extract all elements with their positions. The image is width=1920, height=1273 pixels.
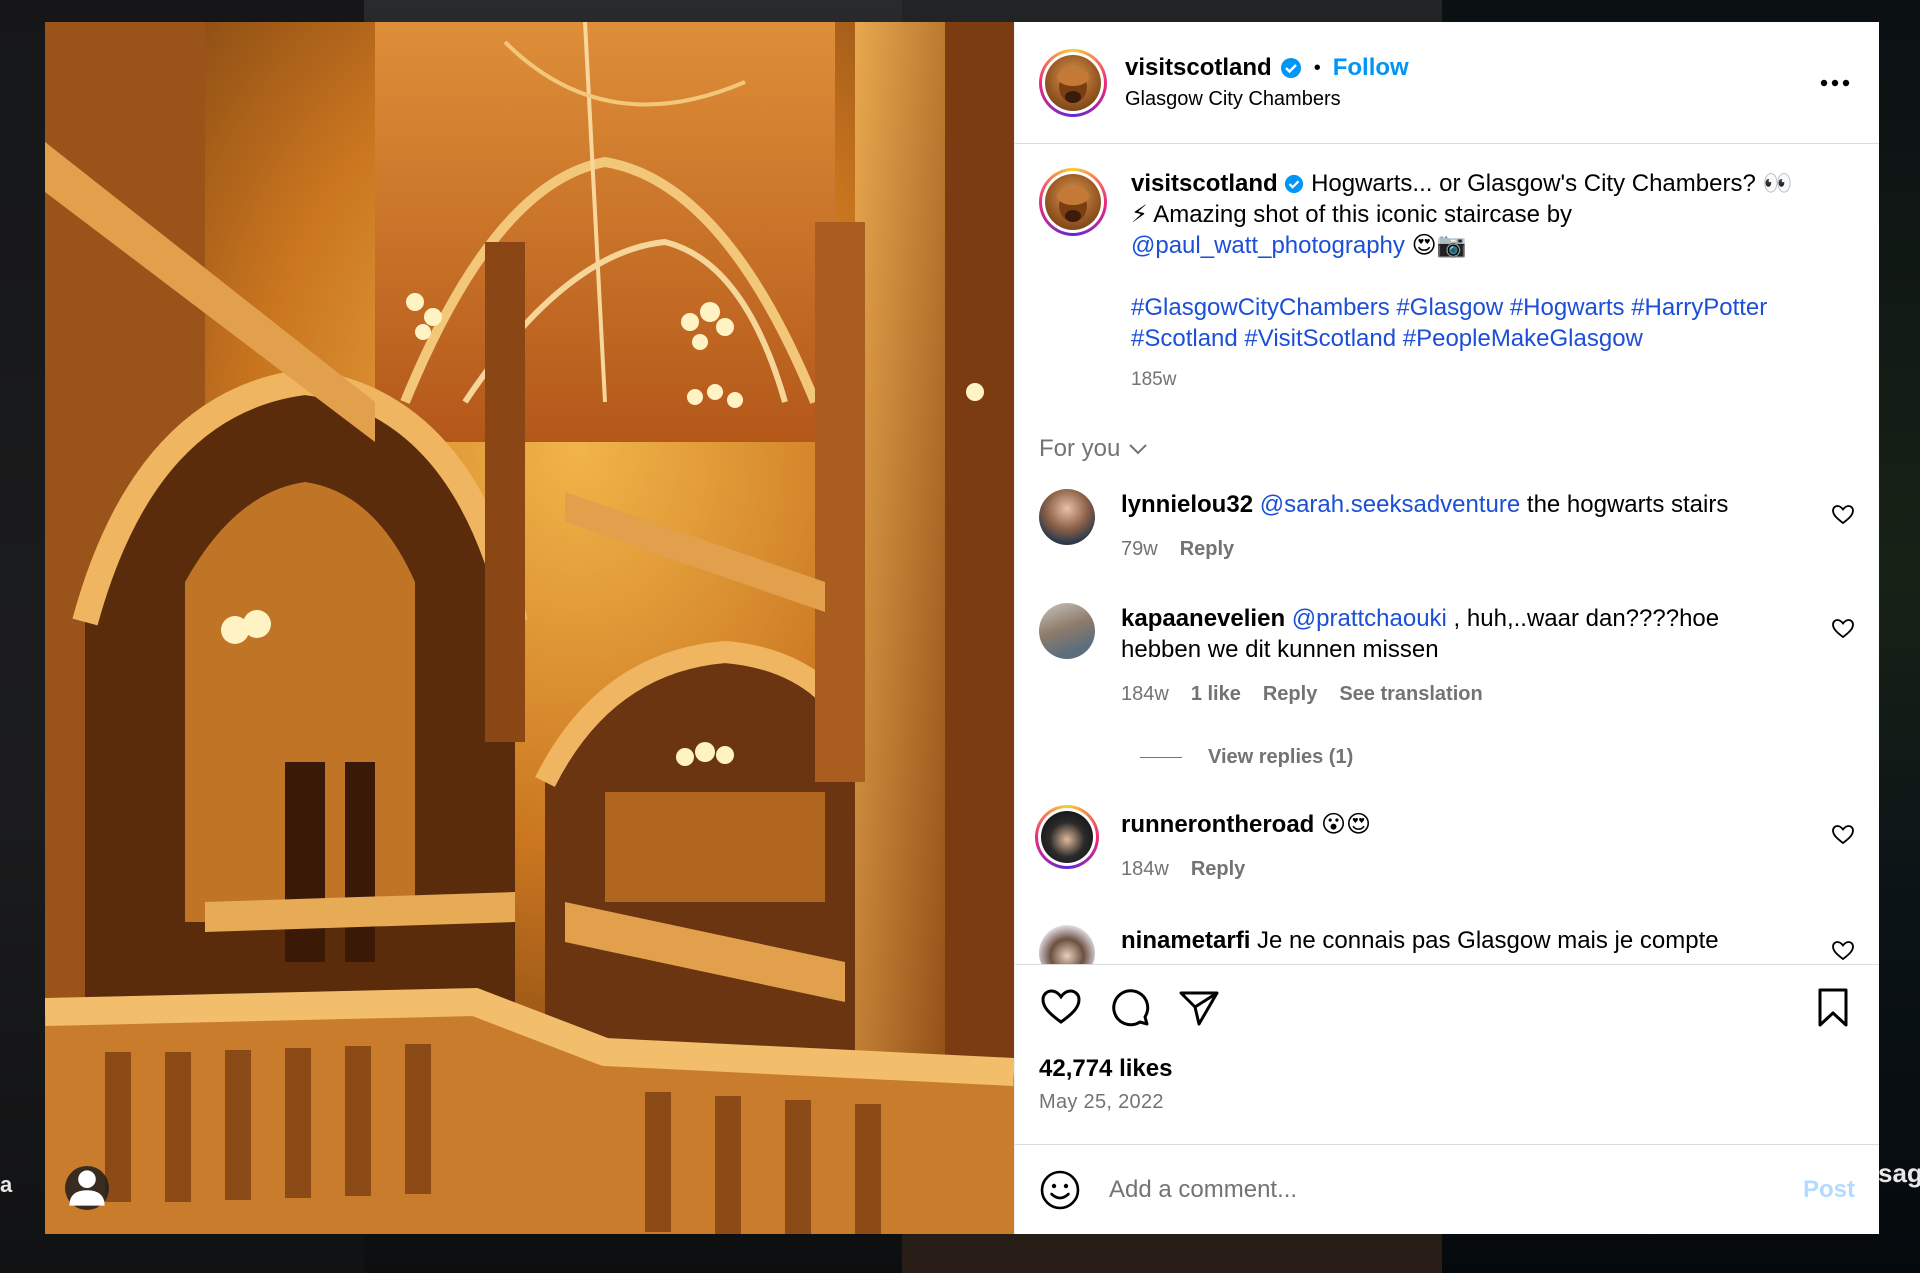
see-translation-button[interactable]: See translation: [1339, 679, 1482, 710]
user-icon: [69, 1170, 105, 1206]
commenter-avatar[interactable]: [1039, 925, 1095, 964]
caption-timestamp[interactable]: 185w: [1131, 364, 1821, 395]
comment-text: Je ne connais pas Glasgow mais je compte: [1250, 927, 1719, 954]
staircase-illustration: [45, 22, 1014, 1234]
post-modal: visitscotland • Follow Glasgow City Cham…: [45, 22, 1879, 1234]
caption-username[interactable]: visitscotland: [1131, 170, 1278, 197]
commenter-avatar[interactable]: [1039, 603, 1095, 659]
comment-text: 😮😍: [1314, 811, 1372, 838]
bg-partial-text-left: a: [0, 1172, 13, 1197]
post-header: visitscotland • Follow Glasgow City Cham…: [1015, 22, 1879, 144]
highland-cow-avatar-image: [1045, 54, 1101, 111]
comment-likes-count[interactable]: 1 like: [1191, 679, 1241, 710]
author-username[interactable]: visitscotland: [1125, 54, 1272, 82]
comment-username[interactable]: runnerontheroad: [1121, 811, 1314, 838]
author-avatar[interactable]: [1039, 48, 1107, 117]
commenter-avatar-image: [1041, 811, 1093, 863]
follow-button[interactable]: Follow: [1333, 54, 1409, 82]
caption-text-1: Hogwarts... or Glasgow's City Chambers? …: [1311, 170, 1793, 197]
comment-time[interactable]: 184w: [1121, 854, 1169, 885]
bg-partial-text-right: sage: [1878, 1158, 1920, 1188]
comment-time[interactable]: 79w: [1121, 534, 1158, 565]
likes-count[interactable]: 42,774 likes: [1039, 1055, 1855, 1083]
comment-item: ninametarfi Je ne connais pas Glasgow ma…: [1039, 925, 1855, 964]
caption-hashtags: #GlasgowCityChambers #Glasgow #Hogwarts …: [1131, 292, 1821, 354]
emoji-smiley-icon[interactable]: [1039, 1169, 1081, 1211]
reply-button[interactable]: Reply: [1191, 854, 1245, 885]
highland-cow-avatar-image: [1045, 174, 1101, 230]
reply-button[interactable]: Reply: [1263, 679, 1317, 710]
verified-badge-icon: [1280, 58, 1301, 78]
comment-username[interactable]: ninametarfi: [1121, 927, 1250, 954]
comment-mention-link[interactable]: @sarah.seeksadventure: [1260, 491, 1521, 518]
like-comment-heart-icon[interactable]: [1831, 939, 1855, 963]
separator-dot: •: [1313, 56, 1321, 79]
hashtags-line-1[interactable]: #GlasgowCityChambers #Glasgow #Hogwarts …: [1131, 292, 1821, 323]
comment-item: kapaanevelien @prattchaouki , huh,..waar…: [1039, 603, 1855, 710]
comment-username[interactable]: lynnielou32: [1121, 491, 1253, 518]
hashtags-line-2[interactable]: #Scotland #VisitScotland #PeopleMakeGlas…: [1131, 323, 1821, 354]
comment-item: runnerontheroad 😮😍 184w Reply: [1035, 805, 1855, 885]
comment-time[interactable]: 184w: [1121, 679, 1169, 710]
tagged-users-button[interactable]: [65, 1166, 109, 1210]
comment-mention-link[interactable]: @prattchaouki: [1292, 605, 1447, 632]
view-replies-label: View replies (1): [1208, 746, 1354, 768]
comment-sort-dropdown[interactable]: For you: [1039, 435, 1855, 463]
post-location[interactable]: Glasgow City Chambers: [1125, 88, 1815, 111]
sort-label: For you: [1039, 435, 1121, 462]
comments-scroll-area[interactable]: visitscotland Hogwarts... or Glasgow's C…: [1015, 144, 1879, 964]
chevron-down-icon: [1129, 444, 1148, 455]
bookmark-save-icon[interactable]: [1811, 985, 1855, 1029]
post-date[interactable]: May 25, 2022: [1039, 1091, 1855, 1114]
add-comment-bar: Post: [1015, 1144, 1879, 1234]
post-actions-bar: 42,774 likes May 25, 2022: [1015, 964, 1879, 1144]
caption-emoji: 😍📷: [1411, 232, 1467, 259]
view-replies-line: [1140, 757, 1182, 758]
comment-username[interactable]: kapaanevelien: [1121, 605, 1285, 632]
caption-author-avatar[interactable]: [1039, 168, 1107, 236]
post-comment-button[interactable]: Post: [1803, 1176, 1855, 1204]
like-comment-heart-icon[interactable]: [1831, 503, 1855, 527]
post-photo[interactable]: [45, 22, 1014, 1234]
share-paper-plane-icon[interactable]: [1177, 985, 1221, 1029]
commenter-avatar[interactable]: [1039, 489, 1095, 545]
comment-text: the hogwarts stairs: [1520, 491, 1729, 518]
caption-mention-link[interactable]: @paul_watt_photography: [1131, 232, 1405, 259]
post-caption: visitscotland Hogwarts... or Glasgow's C…: [1039, 168, 1855, 395]
add-comment-input[interactable]: [1109, 1175, 1803, 1204]
post-side-panel: visitscotland • Follow Glasgow City Cham…: [1014, 22, 1879, 1234]
comment-item: lynnielou32 @sarah.seeksadventure the ho…: [1039, 489, 1855, 565]
view-replies-button[interactable]: View replies (1): [1140, 746, 1855, 769]
comment-bubble-icon[interactable]: [1108, 985, 1152, 1029]
more-horizontal-icon: [1820, 79, 1850, 86]
more-options-button[interactable]: [1815, 63, 1855, 103]
like-comment-heart-icon[interactable]: [1831, 617, 1855, 641]
like-heart-icon[interactable]: [1039, 985, 1083, 1029]
caption-text-2: ⚡ Amazing shot of this iconic staircase …: [1131, 201, 1573, 228]
like-comment-heart-icon[interactable]: [1831, 823, 1855, 847]
reply-button[interactable]: Reply: [1180, 534, 1234, 565]
verified-badge-icon: [1285, 174, 1304, 194]
commenter-avatar[interactable]: [1035, 805, 1099, 869]
